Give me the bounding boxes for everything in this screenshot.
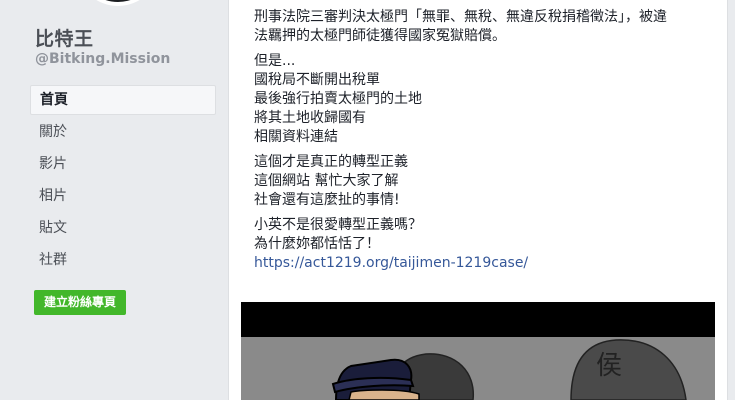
nav-item-community[interactable]: 社群 [30,245,216,275]
post-line: 為什麼妳都恬恬了！ [254,236,380,252]
nav-item-home[interactable]: 首頁 [30,85,216,115]
post-card: 刑事法院三審判決太極門「無罪、無稅、無違反稅捐稽徵法」，被違 法羈押的太極門師徒… [228,0,728,400]
post-line: 社會還有這麼扯的事情! [254,192,400,208]
nav-item-photos[interactable]: 相片 [30,181,216,211]
post-paragraph: 刑事法院三審判決太極門「無罪、無稅、無違反稅捐稽徵法」，被違 法羈押的太極門師徒… [254,8,724,46]
post-line: 這個網站 幫忙大家了解 [254,173,399,189]
page-sidebar: 比特王 @Bitking.Mission 首頁 關於 影片 相片 貼文 社群 建… [0,0,228,400]
post-line: 刑事法院三審判決太極門「無罪、無稅、無違反稅捐稽徵法」，被違 [254,9,667,25]
page-name[interactable]: 比特王 [35,24,94,51]
post-link[interactable]: https://act1219.org/taijimen-1219case/ [254,254,724,273]
post-body: 刑事法院三審判決太極門「無罪、無稅、無違反稅捐稽徵法」，被違 法羈押的太極門師徒… [254,8,724,279]
post-line: 這個才是真正的轉型正義 [254,154,408,170]
post-paragraph: 小英不是很愛轉型正義嗎？ 為什麼妳都恬恬了！ https://act1219.o… [254,216,724,273]
post-line: 但是... [254,53,296,69]
page-nav: 首頁 關於 影片 相片 貼文 社群 [30,85,216,277]
comic-illustration: 侯 [241,302,715,400]
page-avatar[interactable] [76,0,160,6]
nav-item-videos[interactable]: 影片 [30,149,216,179]
post-line: 相關資料連結 [254,129,338,145]
create-page-button[interactable]: 建立粉絲專頁 [34,290,127,315]
image-text: 侯 [596,351,622,381]
post-line: 小英不是很愛轉型正義嗎？ [254,217,422,233]
post-line: 法羈押的太極門師徒獲得國家冤獄賠償。 [254,28,506,44]
post-line: 國稅局不斷開出稅單 [254,72,380,88]
nav-item-about[interactable]: 關於 [30,117,216,147]
post-line: 將其土地收歸國有 [254,110,366,126]
post-paragraph: 這個才是真正的轉型正義 這個網站 幫忙大家了解 社會還有這麼扯的事情! [254,153,724,210]
page-handle[interactable]: @Bitking.Mission [35,51,170,67]
post-line: 最後強行拍賣太極門的土地 [254,91,422,107]
post-image[interactable]: 侯 [241,302,715,400]
post-paragraph: 但是... 國稅局不斷開出稅單 最後強行拍賣太極門的土地 將其土地收歸國有 相關… [254,52,724,147]
nav-item-posts[interactable]: 貼文 [30,213,216,243]
